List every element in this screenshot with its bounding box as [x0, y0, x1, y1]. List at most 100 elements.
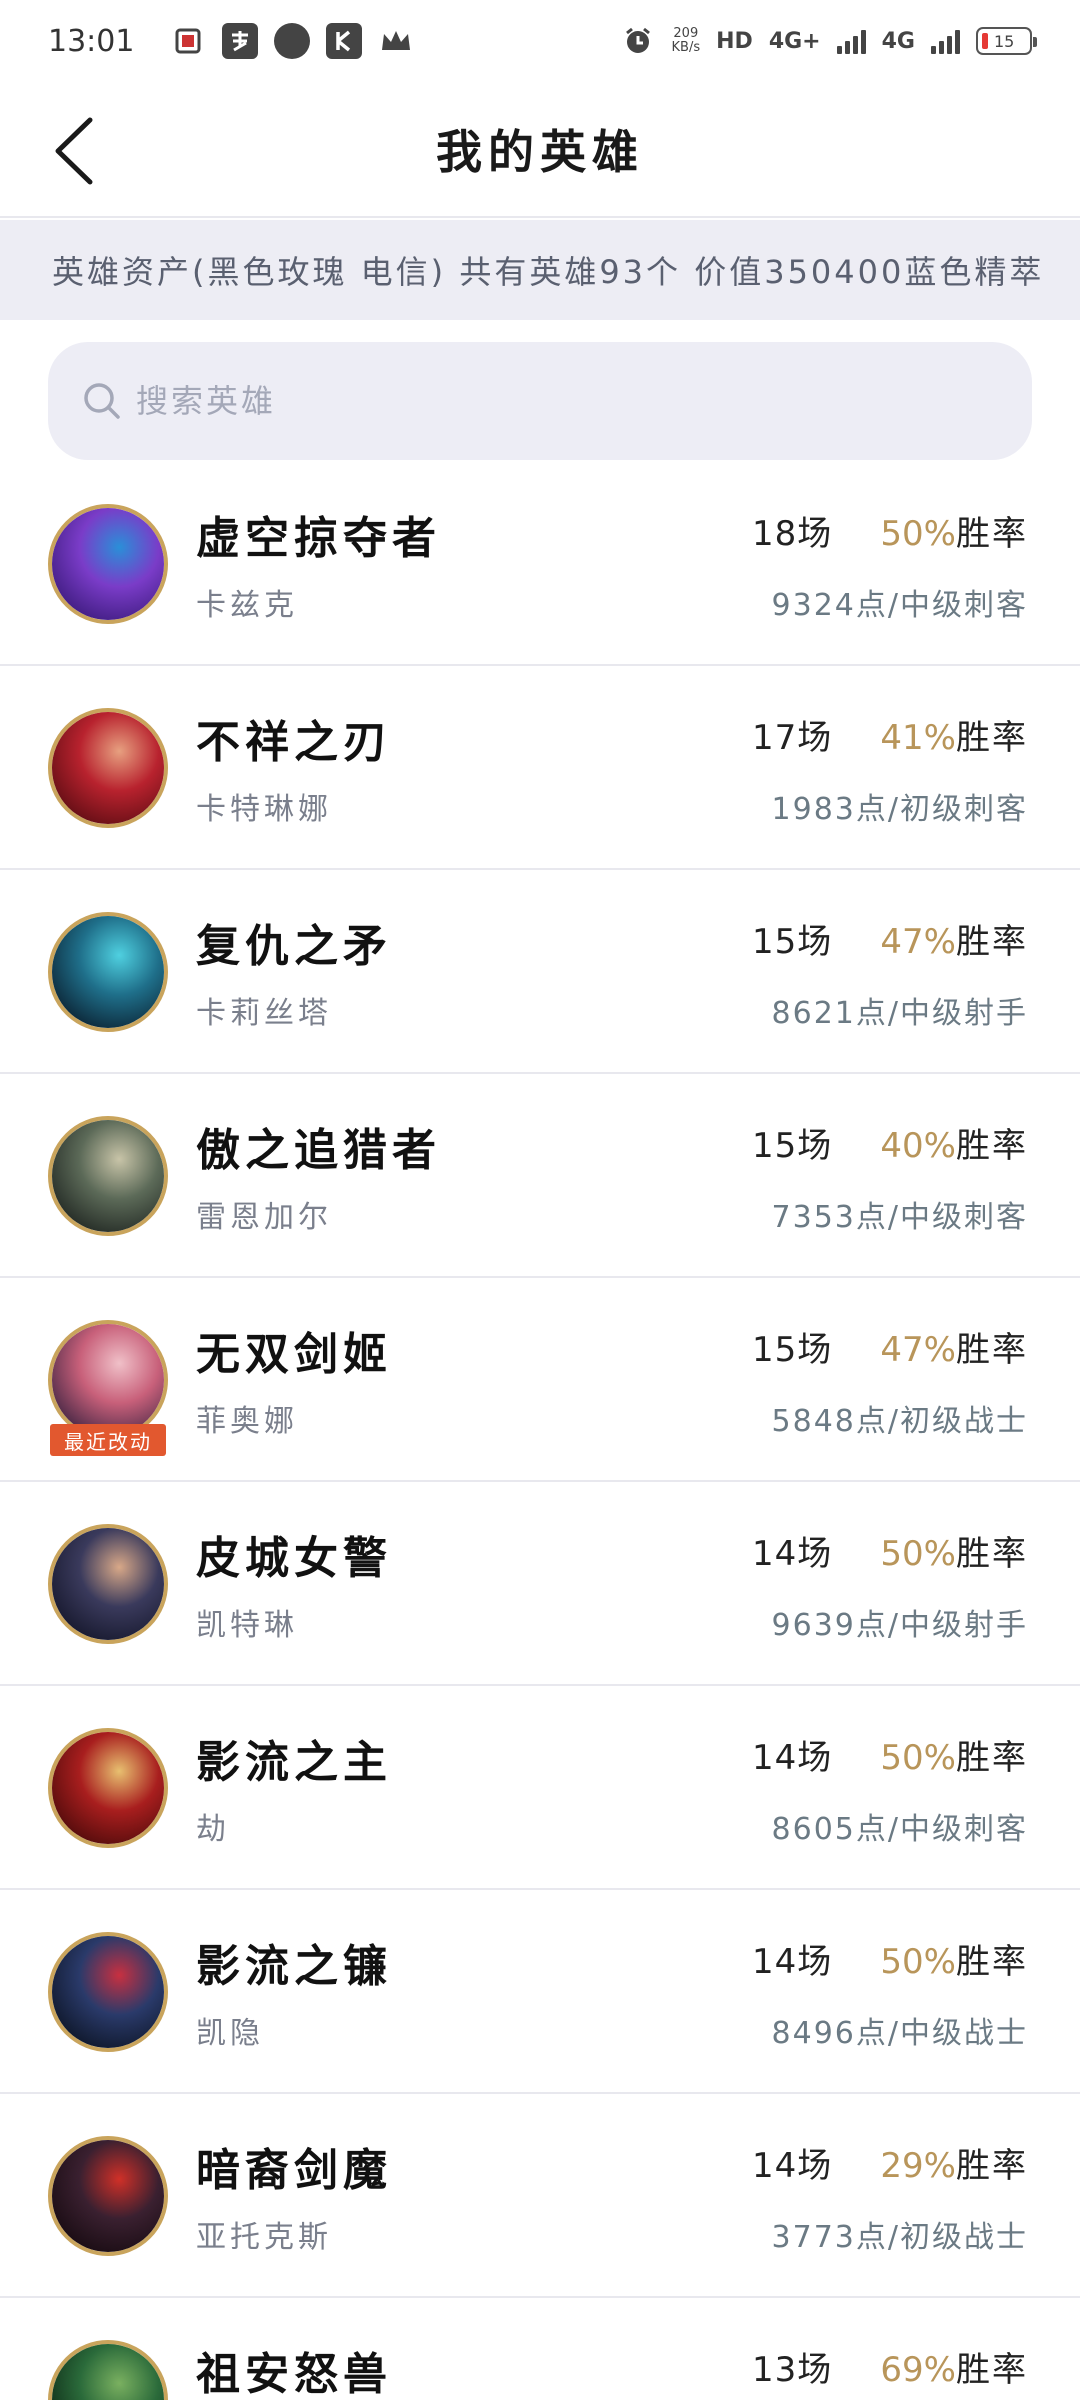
hero-name: 凯特琳	[196, 1608, 298, 1643]
search-icon	[84, 383, 120, 419]
hero-games-count: 14场	[752, 1738, 833, 1778]
hero-winrate: 47% 胜率	[880, 1322, 1028, 1371]
page-title: 我的英雄	[436, 125, 644, 179]
hero-title: 无双剑姬	[196, 1329, 392, 1380]
k-app-icon	[326, 23, 363, 59]
hero-games-count: 15场	[752, 1126, 833, 1166]
hero-games-count: 14场	[752, 1534, 833, 1574]
hero-row[interactable]: 影流之镰 凯隐 14场 50% 胜率 8496点/中级战士	[0, 1890, 1080, 2094]
sim2-signal-icon	[931, 28, 960, 54]
hero-avatar	[48, 1116, 168, 1236]
hero-title: 影流之主	[196, 1737, 392, 1788]
search-bar[interactable]	[48, 342, 1032, 460]
hero-title: 暗裔剑魔	[196, 2145, 392, 2196]
hero-winrate-value: 50%	[880, 514, 956, 554]
hero-winrate-label: 胜率	[956, 922, 1028, 962]
hero-title: 虚空掠夺者	[196, 513, 441, 564]
hero-winrate-value: 47%	[880, 922, 956, 962]
hero-name: 卡特琳娜	[196, 792, 332, 827]
hero-winrate: 50% 胜率	[880, 1526, 1028, 1575]
hero-row[interactable]: 傲之追猎者 雷恩加尔 15场 40% 胜率 7353点/中级刺客	[0, 1074, 1080, 1278]
hero-name: 卡兹克	[196, 588, 298, 623]
hero-name: 凯隐	[196, 2016, 264, 2051]
hero-games-count: 17场	[752, 718, 833, 758]
hero-points-level: 7353点/中级刺客	[771, 1200, 1028, 1235]
hero-avatar	[48, 912, 168, 1032]
hero-title: 影流之镰	[196, 1941, 392, 1992]
hero-name: 雷恩加尔	[196, 1200, 332, 1235]
crown-icon	[378, 23, 414, 59]
app-notification-icon	[170, 23, 206, 59]
hero-games-count: 15场	[752, 1330, 833, 1370]
hero-row[interactable]: 复仇之矛 卡莉丝塔 15场 47% 胜率 8621点/中级射手	[0, 870, 1080, 1074]
hero-games-count: 18场	[752, 514, 833, 554]
search-input[interactable]	[136, 382, 936, 420]
hero-winrate-value: 47%	[880, 1330, 956, 1370]
hero-title: 复仇之矛	[196, 921, 392, 972]
hero-points-level: 8605点/中级刺客	[771, 1812, 1028, 1847]
hero-avatar	[48, 1932, 168, 2052]
hero-name: 劫	[196, 1812, 230, 1847]
compass-app-icon	[274, 23, 311, 59]
hero-winrate-value: 69%	[880, 2350, 956, 2390]
hero-winrate-value: 50%	[880, 1942, 956, 1982]
hero-winrate-label: 胜率	[956, 2146, 1028, 2186]
back-arrow-icon	[55, 117, 93, 185]
hero-avatar	[48, 2136, 168, 2256]
hero-winrate: 29% 胜率	[880, 2138, 1028, 2187]
hero-points-level: 8496点/中级战士	[771, 2016, 1028, 2051]
status-bar: 13:01 209 KB/s HD 4G+ 4G 15	[0, 0, 1080, 82]
status-left: 13:01	[48, 23, 414, 59]
hero-avatar	[48, 1524, 168, 1644]
status-right: 209 KB/s HD 4G+ 4G 15	[620, 23, 1037, 59]
hero-winrate-value: 29%	[880, 2146, 956, 2186]
network-speed: 209 KB/s	[672, 27, 701, 55]
hero-avatar	[48, 708, 168, 828]
hero-list: 虚空掠夺者 卡兹克 18场 50% 胜率 9324点/中级刺客 不祥之刃 卡特琳…	[0, 462, 1080, 2400]
hero-row[interactable]: 皮城女警 凯特琳 14场 50% 胜率 9639点/中级射手	[0, 1482, 1080, 1686]
hero-avatar	[48, 1728, 168, 1848]
hero-games-count: 15场	[752, 922, 833, 962]
battery-icon: 15	[976, 27, 1037, 55]
hero-winrate: 50% 胜率	[880, 1934, 1028, 1983]
hero-name: 卡莉丝塔	[196, 996, 332, 1031]
hero-title: 傲之追猎者	[196, 1125, 441, 1176]
hero-winrate-label: 胜率	[956, 1738, 1028, 1778]
network-speed-value: 209	[673, 26, 699, 41]
sim2-network-label: 4G	[881, 28, 915, 54]
hero-points-level: 9639点/中级射手	[771, 1608, 1028, 1643]
hero-winrate-value: 41%	[880, 718, 956, 758]
hero-winrate: 41% 胜率	[880, 710, 1028, 759]
back-button[interactable]	[44, 116, 104, 186]
hero-avatar	[48, 504, 168, 624]
hero-winrate-label: 胜率	[956, 514, 1028, 554]
hero-winrate-label: 胜率	[956, 1942, 1028, 1982]
battery-level: 15	[994, 31, 1015, 51]
hero-row[interactable]: 祖安怒兽 13场 69% 胜率	[0, 2298, 1080, 2400]
recent-change-badge: 最近改动	[50, 1424, 166, 1456]
alarm-icon	[620, 23, 656, 59]
header: 我的英雄	[0, 82, 1080, 218]
hero-winrate-value: 40%	[880, 1126, 956, 1166]
hero-winrate-label: 胜率	[956, 1330, 1028, 1370]
hero-games-count: 13场	[752, 2350, 833, 2390]
hero-winrate-value: 50%	[880, 1534, 956, 1574]
hero-row[interactable]: 暗裔剑魔 亚托克斯 14场 29% 胜率 3773点/初级战士	[0, 2094, 1080, 2298]
sim1-network-label: 4G+	[768, 28, 821, 54]
hd-indicator: HD	[716, 28, 753, 54]
hero-avatar	[48, 1320, 168, 1440]
hero-title: 祖安怒兽	[196, 2349, 392, 2400]
hero-row[interactable]: 不祥之刃 卡特琳娜 17场 41% 胜率 1983点/初级刺客	[0, 666, 1080, 870]
hero-row[interactable]: 影流之主 劫 14场 50% 胜率 8605点/中级刺客	[0, 1686, 1080, 1890]
hero-row[interactable]: 虚空掠夺者 卡兹克 18场 50% 胜率 9324点/中级刺客	[0, 462, 1080, 666]
hero-winrate-label: 胜率	[956, 2350, 1028, 2390]
hero-winrate: 69% 胜率	[880, 2342, 1028, 2391]
hero-row[interactable]: 最近改动 无双剑姬 菲奥娜 15场 47% 胜率 5848点/初级战士	[0, 1278, 1080, 1482]
hero-winrate-label: 胜率	[956, 1126, 1028, 1166]
hero-winrate-value: 50%	[880, 1738, 956, 1778]
hero-avatar	[48, 2340, 168, 2400]
hero-title: 不祥之刃	[196, 717, 392, 768]
hero-games-count: 14场	[752, 2146, 833, 2186]
hero-points-level: 3773点/初级战士	[771, 2220, 1028, 2255]
status-time: 13:01	[48, 23, 135, 59]
